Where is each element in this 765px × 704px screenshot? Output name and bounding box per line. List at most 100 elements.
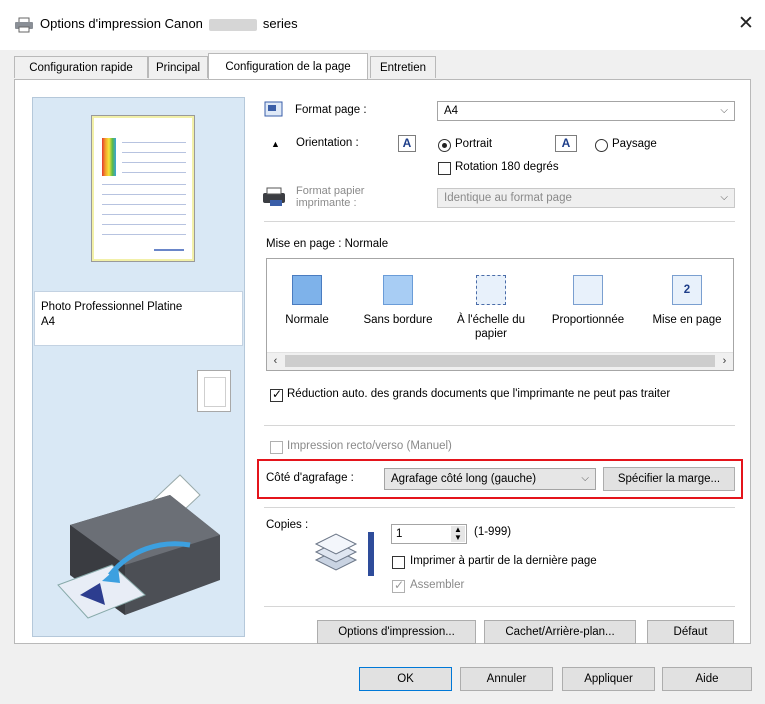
spinner-arrows-icon[interactable]: ▲ ▼ [451, 526, 465, 542]
duplex-label: Impression recto/verso (Manuel) [287, 440, 452, 452]
chevron-down-icon: ⌵ [581, 473, 589, 484]
cancel-button[interactable]: Annuler [460, 667, 553, 691]
printer-paper-select[interactable]: Identique au format page ⌵ [437, 188, 735, 208]
auto-reduction-checkbox[interactable]: ✓ [270, 387, 283, 402]
tab-principal[interactable]: Principal [148, 56, 208, 78]
copies-spinner[interactable]: 1 ▲ ▼ [391, 524, 467, 544]
bullet-icon: ▲ [271, 139, 280, 149]
portrait-radio[interactable] [438, 139, 451, 152]
layout-item-mise-en-page[interactable]: 2 Mise en page [649, 275, 725, 327]
printer-icon [15, 17, 33, 33]
media-size-label: A4 [41, 316, 56, 328]
layout-scrollbar[interactable]: ‹ › [267, 352, 733, 370]
staple-side-label: Côté d'agrafage : [266, 472, 354, 484]
layout-item-proportionnee[interactable]: Proportionnée [547, 275, 629, 327]
layout-label: Mise en page : Normale [266, 238, 389, 250]
radio-dot [442, 143, 447, 148]
portrait-icon: A [398, 135, 416, 152]
preview-line [102, 204, 186, 205]
rotation-checkbox[interactable] [438, 162, 451, 175]
ok-button[interactable]: OK [359, 667, 452, 691]
layout-item-normale[interactable]: Normale [275, 275, 339, 327]
printer-paper-label: Format papier imprimante : [296, 185, 364, 209]
page-layout-icon: 2 [672, 275, 702, 305]
scroll-right-icon[interactable]: › [716, 353, 733, 369]
print-options-button[interactable]: Options d'impression... [317, 620, 476, 644]
preview-line [122, 142, 186, 143]
tab-entretien[interactable]: Entretien [370, 56, 436, 78]
format-page-select[interactable]: A4 ⌵ [437, 101, 735, 121]
layout-item-sans-bordure[interactable]: Sans bordure [363, 275, 433, 327]
media-info-text: Photo Professionnel Platine A4 [41, 300, 182, 330]
preview-line [122, 162, 186, 163]
model-name-redacted [208, 18, 257, 31]
page-preview [91, 115, 195, 262]
window-title-prefix: Options d'impression Canon [40, 16, 203, 31]
reverse-order-checkbox[interactable] [392, 556, 405, 569]
printer-paper-value: Identique au format page [444, 192, 572, 204]
reverse-order-label: Imprimer à partir de la dernière page [410, 555, 597, 567]
orientation-label: Orientation : [296, 137, 359, 149]
portrait-label: Portrait [455, 138, 493, 150]
auto-reduction-label: Réduction auto. des grands documents que… [287, 388, 671, 400]
staple-side-select[interactable]: Agrafage côté long (gauche) ⌵ [384, 468, 596, 490]
separator [264, 507, 735, 508]
copies-label: Copies : [266, 519, 309, 531]
tab-configuration-page[interactable]: Configuration de la page [208, 53, 368, 79]
close-button[interactable]: ✕ [735, 12, 757, 36]
scaled-icon [573, 275, 603, 305]
print-options-window: Options d'impression Canon series ✕ Confi… [0, 0, 765, 704]
check-icon: ✓ [272, 387, 283, 401]
media-info-box: Photo Professionnel Platine A4 [34, 291, 243, 346]
window-title: Options d'impression Canon series [40, 16, 298, 31]
layout-item-echelle[interactable]: À l'échelle du papier [453, 275, 529, 341]
preview-line [102, 184, 186, 185]
preview-line [102, 194, 186, 195]
specify-margin-button[interactable]: Spécifier la marge... [603, 467, 735, 491]
printer-illustration-icon [57, 474, 220, 619]
copies-icon [314, 532, 374, 576]
separator [264, 425, 735, 426]
preview-line [102, 234, 186, 235]
landscape-label: Paysage [612, 138, 657, 150]
preview-line [102, 224, 186, 225]
landscape-icon: A [555, 135, 577, 152]
media-type-label: Photo Professionnel Platine [41, 301, 183, 313]
rotation-label: Rotation 180 degrés [455, 161, 559, 173]
preview-line [122, 172, 186, 173]
apply-button[interactable]: Appliquer [562, 667, 655, 691]
title-bar: Options d'impression Canon series ✕ [0, 0, 765, 50]
printer-paper-label-line2: imprimante : [296, 197, 357, 209]
default-button[interactable]: Défaut [647, 620, 734, 644]
tab-configuration-rapide[interactable]: Configuration rapide [14, 56, 148, 78]
separator [264, 606, 735, 607]
layout-list[interactable]: Normale Sans bordure À l'échelle du papi… [266, 258, 734, 371]
preview-line [102, 214, 186, 215]
collate-label: Assembler [410, 579, 465, 591]
collate-checkbox[interactable]: ✓ [392, 578, 405, 593]
layout-item-label: Proportionnée [551, 314, 625, 326]
borderless-icon [383, 275, 413, 305]
duplex-checkbox[interactable] [270, 441, 283, 454]
copies-range-label: (1-999) [474, 526, 512, 538]
copies-value: 1 [396, 528, 403, 540]
layout-item-label: Mise en page [652, 314, 722, 326]
layout-item-label: Sans bordure [363, 314, 433, 326]
printer-paper-label-line1: Format papier [296, 185, 365, 197]
preview-footer-line [154, 249, 184, 251]
landscape-radio[interactable] [595, 139, 608, 152]
chevron-down-icon: ⌵ [720, 192, 728, 203]
paper-orientation-icon [197, 370, 231, 412]
scroll-left-icon[interactable]: ‹ [267, 353, 284, 369]
format-page-label: Format page : [295, 104, 367, 116]
printer-paper-icon [263, 187, 285, 206]
scroll-thumb[interactable] [285, 355, 715, 367]
window-title-suffix: series [262, 16, 298, 31]
stamp-background-button[interactable]: Cachet/Arrière-plan... [484, 620, 636, 644]
staple-side-value: Agrafage côté long (gauche) [391, 473, 537, 485]
normal-layout-icon [292, 275, 322, 305]
format-page-value: A4 [444, 105, 459, 117]
help-button[interactable]: Aide [662, 667, 752, 691]
page-size-icon [264, 101, 283, 117]
preview-color-image [102, 138, 116, 176]
